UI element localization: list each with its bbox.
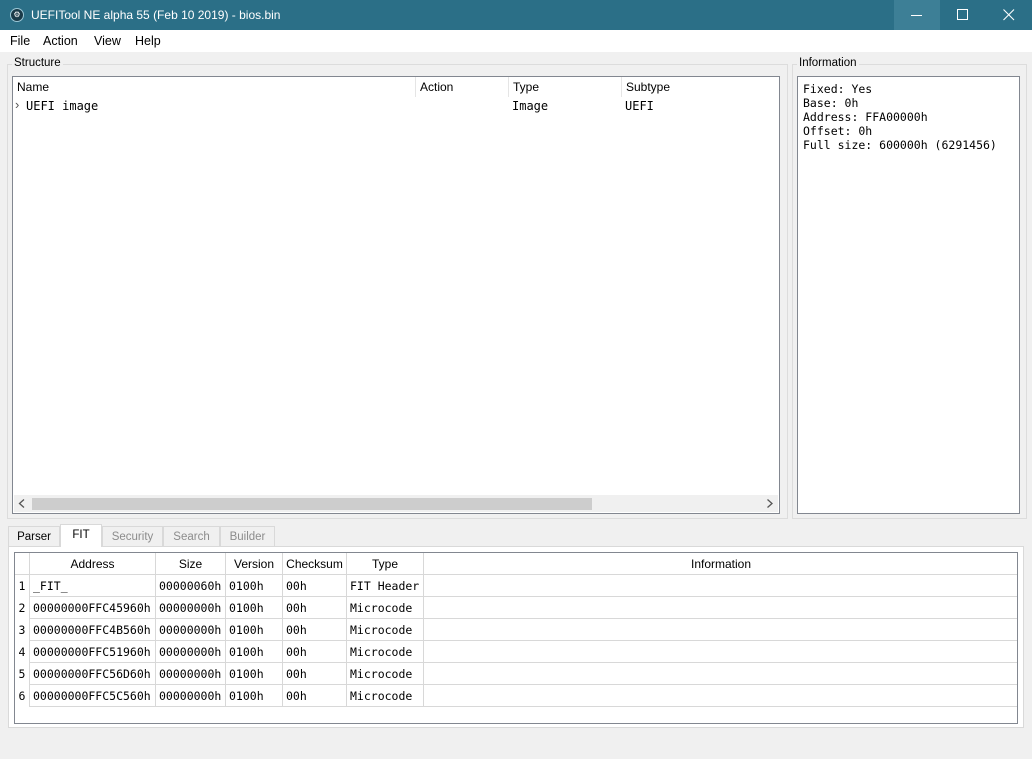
structure-tree[interactable]: Name Action Type Subtype › UEFI image Im… bbox=[12, 76, 780, 514]
fit-header-size[interactable]: Size bbox=[156, 553, 226, 575]
minimize-icon bbox=[911, 15, 922, 16]
fit-table[interactable]: Address Size Version Checksum Type Infor… bbox=[14, 552, 1018, 724]
fit-row-number[interactable]: 6 bbox=[15, 685, 30, 707]
scroll-right-icon[interactable] bbox=[766, 499, 774, 508]
tab-search[interactable]: Search bbox=[163, 526, 220, 546]
window-title: UEFITool NE alpha 55 (Feb 10 2019) - bio… bbox=[31, 8, 281, 22]
scrollbar-thumb[interactable] bbox=[32, 498, 592, 510]
fit-header-type[interactable]: Type bbox=[347, 553, 424, 575]
fit-row-number[interactable]: 2 bbox=[15, 597, 30, 619]
scroll-left-icon[interactable] bbox=[18, 499, 26, 508]
title-bar: ⚙ UEFITool NE alpha 55 (Feb 10 2019) - b… bbox=[0, 0, 1032, 30]
column-header-action[interactable]: Action bbox=[416, 77, 509, 97]
corner-header[interactable] bbox=[15, 553, 30, 575]
fit-row-number[interactable]: 3 bbox=[15, 619, 30, 641]
column-header-subtype[interactable]: Subtype bbox=[622, 77, 779, 97]
fit-cell-checksum[interactable]: 00h bbox=[283, 663, 347, 685]
fit-cell-information[interactable] bbox=[424, 619, 1017, 641]
fit-cell-information[interactable] bbox=[424, 597, 1017, 619]
fit-cell-address[interactable]: 00000000FFC51960h bbox=[30, 641, 156, 663]
fit-cell-version[interactable]: 0100h bbox=[226, 597, 283, 619]
fit-table-row[interactable]: 4 00000000FFC51960h 00000000h 0100h 00h Micro… bbox=[15, 641, 1017, 663]
fit-cell-size[interactable]: 00000000h bbox=[156, 619, 226, 641]
fit-cell-information[interactable] bbox=[424, 641, 1017, 663]
fit-row-number[interactable]: 5 bbox=[15, 663, 30, 685]
status-bar bbox=[0, 731, 1032, 759]
fit-row-number[interactable]: 4 bbox=[15, 641, 30, 663]
info-line: Full size: 600000h (6291456) bbox=[803, 138, 997, 152]
tree-item-type: Image bbox=[512, 99, 549, 113]
tab-security[interactable]: Security bbox=[102, 526, 163, 546]
fit-cell-version[interactable]: 0100h bbox=[226, 685, 283, 707]
information-panel[interactable]: Fixed: Yes Base: 0h Address: FFA00000h O… bbox=[797, 76, 1020, 514]
column-header-name[interactable]: Name bbox=[13, 77, 416, 97]
fit-cell-type[interactable]: Microcode bbox=[347, 597, 424, 619]
fit-header-version[interactable]: Version bbox=[226, 553, 283, 575]
fit-cell-checksum[interactable]: 00h bbox=[283, 619, 347, 641]
fit-header-address[interactable]: Address bbox=[30, 553, 156, 575]
menu-help[interactable]: Help bbox=[135, 34, 161, 48]
fit-cell-size[interactable]: 00000000h bbox=[156, 663, 226, 685]
fit-table-row[interactable]: 1 _FIT_ 00000060h 0100h 00h FIT Header bbox=[15, 575, 1017, 597]
fit-cell-type[interactable]: Microcode bbox=[347, 663, 424, 685]
fit-table-row[interactable]: 5 00000000FFC56D60h 00000000h 0100h 00h Micro… bbox=[15, 663, 1017, 685]
menu-view[interactable]: View bbox=[94, 34, 121, 48]
close-button[interactable] bbox=[986, 0, 1032, 30]
fit-header-checksum[interactable]: Checksum bbox=[283, 553, 347, 575]
fit-cell-address[interactable]: 00000000FFC4B560h bbox=[30, 619, 156, 641]
tab-builder[interactable]: Builder bbox=[220, 526, 275, 546]
fit-cell-address[interactable]: _FIT_ bbox=[30, 575, 156, 597]
tab-fit[interactable]: FIT bbox=[60, 524, 102, 547]
minimize-button[interactable] bbox=[894, 0, 940, 30]
fit-cell-address[interactable]: 00000000FFC56D60h bbox=[30, 663, 156, 685]
info-line: Fixed: Yes bbox=[803, 82, 873, 96]
fit-cell-address[interactable]: 00000000FFC45960h bbox=[30, 597, 156, 619]
fit-row-number[interactable]: 1 bbox=[15, 575, 30, 597]
app-icon: ⚙ bbox=[10, 8, 24, 22]
fit-cell-type[interactable]: FIT Header bbox=[347, 575, 424, 597]
fit-cell-type[interactable]: Microcode bbox=[347, 685, 424, 707]
fit-table-row[interactable]: 2 00000000FFC45960h 00000000h 0100h 00h Micro… bbox=[15, 597, 1017, 619]
fit-cell-address[interactable]: 00000000FFC5C560h bbox=[30, 685, 156, 707]
tree-item-name: UEFI image bbox=[26, 99, 99, 113]
fit-cell-version[interactable]: 0100h bbox=[226, 619, 283, 641]
maximize-button[interactable] bbox=[940, 0, 986, 30]
fit-cell-version[interactable]: 0100h bbox=[226, 641, 283, 663]
info-line: Offset: 0h bbox=[803, 124, 873, 138]
fit-cell-checksum[interactable]: 00h bbox=[283, 685, 347, 707]
fit-cell-version[interactable]: 0100h bbox=[226, 663, 283, 685]
fit-cell-checksum[interactable]: 00h bbox=[283, 641, 347, 663]
fit-table-row[interactable]: 6 00000000FFC5C560h 00000000h 0100h 00h Micro… bbox=[15, 685, 1017, 707]
close-icon bbox=[1003, 9, 1015, 21]
fit-cell-size[interactable]: 00000000h bbox=[156, 597, 226, 619]
tab-parser[interactable]: Parser bbox=[8, 526, 60, 546]
fit-cell-size[interactable]: 00000060h bbox=[156, 575, 226, 597]
menu-bar: File Action View Help bbox=[0, 30, 1032, 52]
horizontal-scrollbar[interactable] bbox=[14, 495, 778, 512]
tree-item-subtype: UEFI bbox=[625, 99, 654, 113]
maximize-icon bbox=[957, 9, 968, 20]
fit-cell-information[interactable] bbox=[424, 575, 1017, 597]
fit-table-row[interactable]: 3 00000000FFC4B560h 00000000h 0100h 00h Micro… bbox=[15, 619, 1017, 641]
fit-cell-type[interactable]: Microcode bbox=[347, 619, 424, 641]
fit-cell-information[interactable] bbox=[424, 685, 1017, 707]
fit-cell-size[interactable]: 00000000h bbox=[156, 641, 226, 663]
structure-group-title: Structure bbox=[12, 57, 63, 69]
info-line: Address: FFA00000h bbox=[803, 110, 928, 124]
menu-file[interactable]: File bbox=[10, 34, 30, 48]
column-header-type[interactable]: Type bbox=[509, 77, 622, 97]
fit-header-information[interactable]: Information bbox=[424, 553, 1017, 575]
fit-cell-size[interactable]: 00000000h bbox=[156, 685, 226, 707]
information-group-title: Information bbox=[797, 57, 859, 69]
fit-cell-information[interactable] bbox=[424, 663, 1017, 685]
fit-cell-version[interactable]: 0100h bbox=[226, 575, 283, 597]
expand-chevron-icon[interactable]: › bbox=[15, 97, 19, 112]
menu-action[interactable]: Action bbox=[43, 34, 78, 48]
info-line: Base: 0h bbox=[803, 96, 859, 110]
fit-cell-type[interactable]: Microcode bbox=[347, 641, 424, 663]
fit-cell-checksum[interactable]: 00h bbox=[283, 575, 347, 597]
fit-tab-pane: Address Size Version Checksum Type Infor… bbox=[8, 546, 1024, 728]
tree-row[interactable]: › UEFI image Image UEFI bbox=[13, 97, 779, 116]
fit-cell-checksum[interactable]: 00h bbox=[283, 597, 347, 619]
